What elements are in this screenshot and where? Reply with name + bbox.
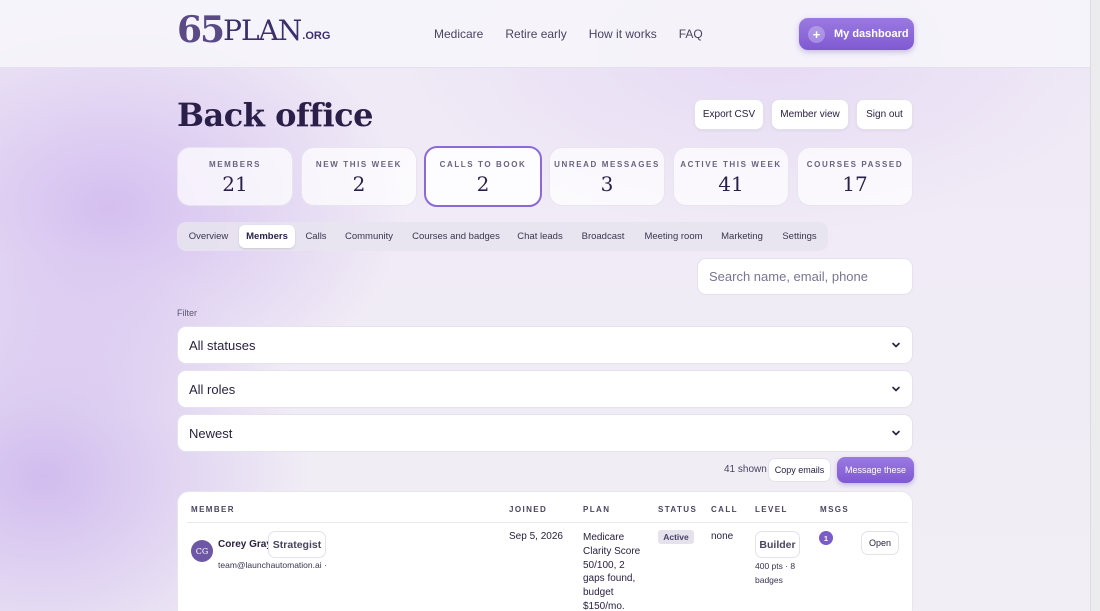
section-tabs: Overview Members Calls Community Courses… bbox=[177, 222, 828, 251]
stat-value: 17 bbox=[842, 172, 868, 196]
plan-summary: Medicare Clarity Score 50/100, 2 gaps fo… bbox=[583, 531, 640, 611]
plan-line: budget bbox=[583, 587, 614, 599]
column-header-msgs: Msgs bbox=[820, 505, 850, 514]
tab-marketing[interactable]: Marketing bbox=[714, 225, 770, 248]
chevron-down-icon bbox=[892, 386, 900, 392]
top-navigation-bar: 65 PLAN .ORG Medicare Retire early How i… bbox=[0, 0, 1090, 68]
site-logo[interactable]: 65 PLAN .ORG bbox=[177, 9, 331, 51]
unread-messages-badge: 1 bbox=[819, 531, 833, 545]
tab-members[interactable]: Members bbox=[239, 225, 295, 248]
filter-label: Filter bbox=[177, 308, 197, 318]
member-name[interactable]: Corey Gray bbox=[218, 539, 272, 550]
stat-label: Unread messages bbox=[554, 160, 660, 169]
nav-link-medicare[interactable]: Medicare bbox=[434, 27, 483, 41]
member-view-button[interactable]: Member view bbox=[771, 99, 849, 130]
nav-link-faq[interactable]: FAQ bbox=[679, 27, 703, 41]
level-detail: 400 pts · 8 badges bbox=[755, 560, 795, 587]
tab-settings[interactable]: Settings bbox=[775, 225, 824, 248]
role-badge: Strategist bbox=[268, 531, 326, 558]
logo-suffix: .ORG bbox=[302, 30, 331, 42]
plan-line: Medicare bbox=[583, 532, 625, 543]
stat-card-active-this-week[interactable]: Active this week 41 bbox=[673, 147, 789, 206]
call-status: none bbox=[711, 531, 734, 542]
status-badge: Active bbox=[658, 530, 694, 544]
page-content: 65 PLAN .ORG Medicare Retire early How i… bbox=[0, 0, 1090, 611]
status-filter-value: All statuses bbox=[189, 337, 256, 353]
stat-label: New this week bbox=[315, 160, 403, 169]
sign-out-button[interactable]: Sign out bbox=[856, 99, 913, 130]
sort-select[interactable]: Newest bbox=[177, 414, 913, 452]
role-filter-value: All roles bbox=[189, 381, 236, 397]
stat-value: 21 bbox=[222, 172, 248, 196]
table-header-divider bbox=[187, 522, 908, 523]
level-detail-line: badges bbox=[755, 574, 783, 585]
stat-label: Active this week bbox=[680, 160, 782, 169]
member-search-input[interactable] bbox=[697, 258, 913, 295]
plan-line: gaps found, bbox=[583, 573, 636, 585]
main-nav: Medicare Retire early How it works FAQ bbox=[434, 27, 703, 41]
column-header-call: Call bbox=[711, 505, 738, 514]
stat-card-calls-to-book[interactable]: Calls to book 2 bbox=[424, 146, 542, 207]
nav-link-how-it-works[interactable]: How it works bbox=[589, 27, 657, 41]
stat-card-members[interactable]: Members 21 bbox=[177, 147, 293, 206]
nav-link-retire-early[interactable]: Retire early bbox=[505, 27, 566, 41]
member-email: team@launchautomation.ai · bbox=[218, 560, 327, 570]
tab-community[interactable]: Community bbox=[338, 225, 400, 248]
avatar: CG bbox=[191, 540, 213, 562]
plan-line: 50/100, 2 bbox=[583, 559, 625, 571]
level-detail-line: 400 pts · 8 bbox=[755, 561, 796, 571]
plan-line: $150/mo. bbox=[583, 600, 625, 611]
role-filter-select[interactable]: All roles bbox=[177, 370, 913, 408]
page-title: Back office bbox=[177, 96, 373, 134]
stat-label: Calls to book bbox=[439, 160, 527, 169]
stat-value: 3 bbox=[600, 172, 614, 196]
logo-word: PLAN bbox=[223, 13, 302, 47]
stat-card-new-this-week[interactable]: New this week 2 bbox=[301, 147, 417, 206]
column-header-plan: Plan bbox=[583, 505, 611, 514]
tab-overview[interactable]: Overview bbox=[181, 225, 236, 248]
tab-meeting-room[interactable]: Meeting room bbox=[638, 225, 709, 248]
stat-label: Members bbox=[208, 160, 262, 169]
stat-card-courses-passed[interactable]: Courses passed 17 bbox=[797, 147, 913, 206]
tab-chat-leads[interactable]: Chat leads bbox=[512, 225, 568, 248]
page-scrollbar[interactable] bbox=[1090, 0, 1100, 611]
stat-card-unread-messages[interactable]: Unread messages 3 bbox=[549, 147, 665, 206]
copy-emails-button[interactable]: Copy emails bbox=[768, 458, 831, 482]
stat-value: 2 bbox=[476, 172, 490, 196]
level-badge: Builder bbox=[755, 531, 800, 558]
logo-number: 65 bbox=[177, 9, 225, 51]
plus-icon: + bbox=[808, 25, 825, 43]
stat-label: Courses passed bbox=[806, 160, 904, 169]
joined-date: Sep 5, 2026 bbox=[509, 531, 563, 542]
results-count: 41 shown bbox=[724, 464, 767, 475]
my-dashboard-label: My dashboard bbox=[834, 28, 909, 40]
export-csv-button[interactable]: Export CSV bbox=[694, 99, 764, 130]
chevron-down-icon bbox=[892, 342, 900, 348]
chevron-down-icon bbox=[892, 430, 900, 436]
tab-calls[interactable]: Calls bbox=[299, 225, 333, 248]
open-member-button[interactable]: Open bbox=[861, 531, 899, 555]
column-header-status: Status bbox=[658, 505, 698, 514]
column-header-joined: Joined bbox=[509, 505, 548, 514]
message-these-button[interactable]: Message these bbox=[837, 457, 914, 483]
column-header-member: Member bbox=[191, 505, 235, 514]
sort-value: Newest bbox=[189, 425, 233, 441]
tab-broadcast[interactable]: Broadcast bbox=[574, 225, 632, 248]
status-filter-select[interactable]: All statuses bbox=[177, 326, 913, 364]
stat-value: 2 bbox=[352, 172, 366, 196]
my-dashboard-button[interactable]: + My dashboard bbox=[799, 18, 914, 50]
column-header-level: Level bbox=[755, 505, 788, 514]
tab-courses-and-badges[interactable]: Courses and badges bbox=[406, 225, 506, 248]
stat-value: 41 bbox=[718, 172, 744, 196]
plan-line: Clarity Score bbox=[583, 545, 641, 557]
